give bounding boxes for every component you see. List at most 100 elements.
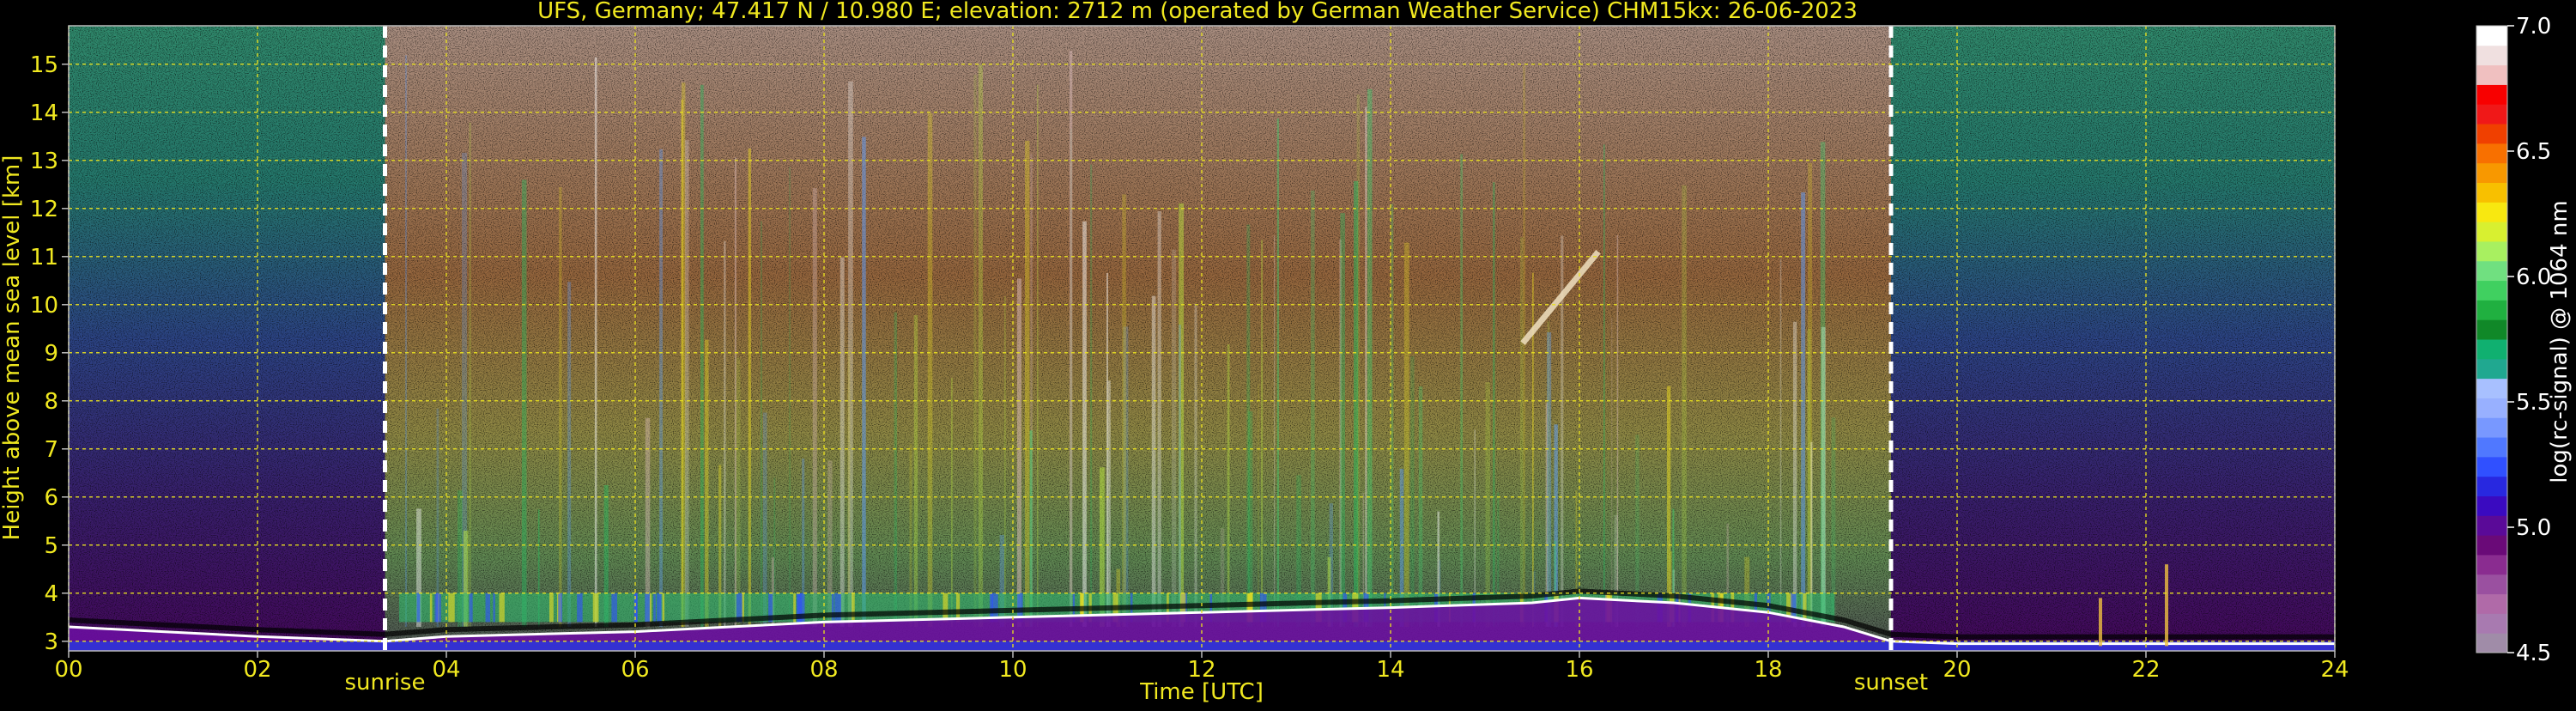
aerosol-patch — [834, 592, 841, 623]
convective-streak — [1004, 296, 1006, 627]
x-tick-label: 04 — [432, 657, 460, 683]
y-tick-label: 8 — [44, 389, 58, 415]
chart-title: UFS, Germany; 47.417 N / 10.980 E; eleva… — [537, 0, 1858, 24]
colorbar-swatch — [2476, 45, 2507, 66]
convective-streak — [1792, 321, 1797, 627]
y-tick-label: 5 — [44, 533, 58, 559]
convective-streak — [1246, 224, 1251, 627]
y-tick-label: 11 — [30, 245, 58, 270]
y-tick-label: 3 — [44, 629, 58, 655]
colorbar-swatch — [2476, 554, 2507, 575]
convective-streak — [761, 221, 762, 627]
convective-streak — [839, 257, 845, 627]
convective-streak — [594, 57, 597, 627]
convective-streak — [748, 148, 751, 627]
y-tick-label: 4 — [44, 581, 58, 607]
colorbar-swatch — [2476, 495, 2507, 516]
convective-streak — [1122, 194, 1126, 627]
aerosol-patch — [416, 592, 421, 623]
convective-streak — [1016, 278, 1021, 627]
aerosol-patch — [469, 592, 473, 623]
convective-streak — [973, 74, 977, 627]
convective-streak — [1025, 140, 1030, 627]
colorbar-swatch — [2476, 319, 2507, 340]
colorbar-swatch — [2476, 240, 2507, 262]
colorbar-swatch — [2476, 143, 2507, 164]
convective-streak — [685, 140, 689, 628]
colorbar-swatch — [2476, 633, 2507, 653]
aerosol-patch — [852, 592, 855, 623]
y-tick-label: 15 — [30, 52, 58, 78]
convective-streak — [1365, 106, 1367, 627]
convective-streak — [681, 99, 684, 627]
convective-streak — [567, 282, 572, 627]
aerosol-patch — [649, 592, 652, 623]
convective-streak — [789, 167, 791, 627]
convective-streak — [1616, 234, 1619, 627]
convective-streak — [927, 113, 933, 627]
colorbar-swatch — [2476, 260, 2507, 282]
convective-streak — [894, 312, 898, 627]
x-axis-label: Time [UTC] — [1139, 679, 1264, 705]
x-tick-label: 06 — [621, 657, 649, 683]
colorbar-swatch — [2476, 358, 2507, 380]
colorbar-swatch — [2476, 378, 2507, 398]
colorbar-swatch — [2476, 26, 2507, 46]
colorbar-swatch — [2476, 417, 2507, 438]
chart-svg: sunrise sunset 00 02 04 06 08 10 12 14 16 18 20 22 24… — [0, 0, 2573, 705]
colorbar-swatch — [2476, 202, 2507, 222]
colorbar-tick-label: 7.0 — [2516, 14, 2551, 40]
aerosol-patch — [653, 592, 656, 623]
convective-streak — [847, 349, 851, 627]
convective-streak — [1367, 88, 1373, 627]
y-tick-label: 9 — [44, 341, 58, 367]
aerosol-patch — [558, 592, 563, 623]
marker-label-sunrise: sunrise — [345, 670, 426, 696]
convective-streak — [1603, 144, 1605, 627]
y-axis-label: Height above mean sea level [km] — [0, 155, 25, 541]
aerosol-patch — [448, 592, 455, 623]
aerosol-plume — [2099, 598, 2102, 647]
convective-streak — [1493, 182, 1495, 628]
colorbar-swatch — [2476, 222, 2507, 242]
aerosol-patch — [429, 592, 433, 623]
colorbar-tick-label: 4.5 — [2516, 641, 2551, 666]
aerosol-patch — [549, 592, 554, 623]
convective-streak — [1082, 221, 1087, 627]
marker-label-sunset: sunset — [1854, 670, 1928, 696]
convective-streak — [1520, 237, 1524, 627]
convective-streak — [1485, 382, 1490, 627]
convective-streak — [1682, 185, 1687, 628]
y-tick-label: 10 — [30, 293, 58, 319]
colorbar-swatch — [2476, 104, 2507, 125]
aerosol-patch — [662, 592, 665, 623]
x-tick-label: 22 — [2131, 657, 2160, 683]
y-tick-label: 14 — [30, 100, 58, 126]
x-tick-label: 02 — [243, 657, 271, 683]
convective-streak — [705, 339, 709, 627]
convective-streak — [1666, 386, 1671, 627]
convective-streak — [1547, 331, 1552, 627]
y-tick-label: 7 — [44, 437, 58, 463]
convective-streak — [469, 122, 471, 627]
colorbar-swatch — [2476, 456, 2507, 477]
convective-streak — [1261, 240, 1264, 627]
convective-streak — [1340, 213, 1345, 627]
colorbar-tick-label: 6.5 — [2516, 139, 2551, 165]
convective-streak — [1354, 180, 1359, 627]
colorbar-swatch — [2476, 593, 2507, 614]
x-tick-label: 16 — [1565, 657, 1593, 683]
aerosol-patch — [485, 592, 491, 623]
convective-streak — [1227, 344, 1230, 627]
convective-streak — [521, 179, 527, 627]
colorbar-swatch — [2476, 124, 2507, 144]
ceilometer-figure: sunrise sunset 00 02 04 06 08 10 12 14 16 18 20 22 24… — [0, 0, 2576, 708]
convective-streak — [951, 378, 953, 627]
colorbar-swatch — [2476, 280, 2507, 301]
y-tick-label: 12 — [30, 197, 58, 222]
colorbar-swatch — [2476, 339, 2507, 360]
colorbar-swatch — [2476, 535, 2507, 556]
convective-streak — [1179, 325, 1181, 627]
x-tick-label: 10 — [998, 657, 1027, 683]
convective-streak — [1403, 242, 1409, 627]
